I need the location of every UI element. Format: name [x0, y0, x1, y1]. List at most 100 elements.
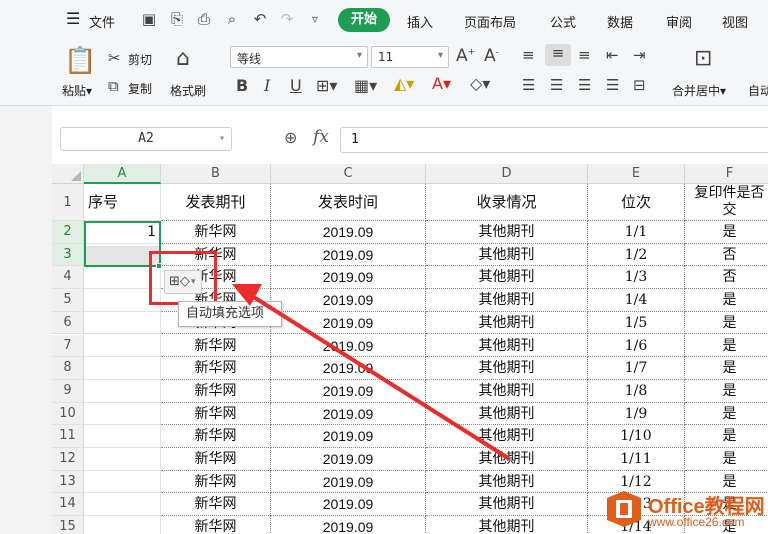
row-header-3[interactable]: 3 [52, 243, 84, 267]
row-header-13[interactable]: 13 [52, 470, 84, 494]
tab-review[interactable]: 审阅 [666, 12, 692, 31]
tab-view[interactable]: 视图 [722, 12, 748, 31]
cell-d12[interactable]: 其他期刊 [426, 448, 588, 471]
cell-a12[interactable] [84, 448, 161, 471]
cell-e2[interactable]: 1/1 [588, 221, 685, 244]
cell-d11[interactable]: 其他期刊 [426, 425, 588, 448]
row-header-11[interactable]: 11 [52, 425, 84, 448]
paste-icon[interactable]: 📋 [64, 46, 96, 76]
row-header-5[interactable]: 5 [52, 289, 84, 312]
cell-a14[interactable] [84, 493, 161, 517]
cell-f9[interactable]: 是 [685, 380, 768, 403]
font-shrink-icon[interactable]: A- [484, 46, 499, 66]
column-header-d[interactable]: D [426, 164, 588, 184]
cell-e12[interactable]: 1/11 [588, 448, 685, 471]
cell-d9[interactable]: 其他期刊 [426, 379, 588, 403]
copy-icon[interactable]: ⧉ [108, 77, 119, 95]
cell-a15[interactable] [84, 516, 161, 534]
hamburger-icon[interactable]: ☰ [66, 9, 80, 28]
cell-f5[interactable]: 是 [685, 289, 768, 312]
cell-c6[interactable]: 2019.09 [271, 311, 426, 335]
header-cell-c[interactable]: 发表时间 [271, 184, 426, 221]
select-all-corner[interactable] [52, 164, 84, 184]
cell-b7[interactable]: 新华网 [161, 334, 271, 358]
indent-increase-icon[interactable]: ⇥ [633, 46, 646, 64]
cell-d6[interactable]: 其他期刊 [426, 311, 588, 335]
cell-c3[interactable]: 2019.09 [271, 243, 426, 267]
merge-center-icon[interactable]: ⊡ [694, 46, 712, 71]
scissors-icon[interactable]: ✂ [108, 49, 121, 67]
justify-icon[interactable]: ☰ [606, 76, 619, 94]
cell-b8[interactable]: 新华网 [161, 357, 271, 380]
column-header-b[interactable]: B [161, 164, 271, 184]
cell-e10[interactable]: 1/9 [588, 402, 685, 426]
cell-f4[interactable]: 否 [685, 266, 768, 290]
cell-a8[interactable] [84, 357, 161, 380]
row-header-6[interactable]: 6 [52, 311, 84, 335]
tab-insert[interactable]: 插入 [407, 12, 433, 31]
format-painter-icon[interactable]: ⌂ [176, 46, 190, 71]
cell-b9[interactable]: 新华网 [161, 379, 271, 403]
align-middle-icon[interactable]: ≡ [545, 44, 571, 66]
cell-f7[interactable]: 是 [685, 335, 768, 358]
font-color-icon[interactable]: A▾ [432, 74, 451, 93]
tab-data[interactable]: 数据 [607, 12, 633, 31]
cell-e11[interactable]: 1/10 [588, 425, 685, 448]
cell-f3[interactable]: 否 [685, 244, 768, 267]
cell-d15[interactable]: 其他期刊 [426, 516, 588, 534]
column-header-c[interactable]: C [271, 164, 426, 184]
eraser-icon[interactable]: ◇▾ [470, 74, 490, 93]
cell-c8[interactable]: 2019.09 [271, 357, 426, 380]
row-header-2[interactable]: 2 [52, 221, 84, 244]
cell-c4[interactable]: 2019.09 [271, 266, 426, 290]
cell-b12[interactable]: 新华网 [161, 448, 271, 471]
formula-input[interactable]: 1 [340, 127, 768, 153]
cell-c11[interactable]: 2019.09 [271, 425, 426, 448]
align-top-icon[interactable]: ≡ [522, 46, 535, 64]
cell-d13[interactable]: 其他期刊 [426, 470, 588, 494]
row-header-8[interactable]: 8 [52, 357, 84, 380]
cell-f2[interactable]: 是 [685, 221, 768, 244]
row-header-1[interactable]: 1 [52, 184, 84, 221]
cell-e3[interactable]: 1/2 [588, 243, 685, 267]
cell-d14[interactable]: 其他期刊 [426, 493, 588, 517]
cell-b14[interactable]: 新华网 [161, 493, 271, 517]
header-cell-f[interactable]: 复印件是否交 [685, 184, 768, 221]
italic-icon[interactable]: I [264, 76, 270, 95]
menu-file[interactable]: 文件 [89, 12, 115, 31]
zoom-search-icon[interactable]: ⊕ [284, 128, 297, 147]
cell-a7[interactable] [84, 334, 161, 358]
row-header-10[interactable]: 10 [52, 402, 84, 426]
undo-icon[interactable]: ↶ [251, 10, 269, 28]
row-header-12[interactable]: 12 [52, 448, 84, 471]
cell-f6[interactable]: 是 [685, 312, 768, 335]
cell-f12[interactable]: 是 [685, 448, 768, 471]
insert-function-button[interactable]: fx [313, 127, 329, 147]
column-header-a[interactable]: A [84, 164, 161, 184]
customize-dropdown-icon[interactable]: ▿ [306, 10, 324, 28]
cell-e8[interactable]: 1/7 [588, 357, 685, 380]
cell-d8[interactable]: 其他期刊 [426, 357, 588, 380]
bold-icon[interactable]: B [236, 76, 248, 95]
cell-b2[interactable]: 新华网 [161, 221, 271, 244]
align-left-icon[interactable]: ☰ [522, 76, 535, 94]
distribute-icon[interactable]: ⊟ [633, 76, 646, 94]
row-header-9[interactable]: 9 [52, 379, 84, 403]
auto-wrap-button[interactable]: 自动 [748, 82, 768, 99]
cell-c12[interactable]: 2019.09 [271, 448, 426, 471]
fill-color-icon[interactable]: ▦▾ [354, 76, 377, 95]
row-header-4[interactable]: 4 [52, 266, 84, 290]
cell-e7[interactable]: 1/6 [588, 334, 685, 358]
indent-decrease-icon[interactable]: ⇤ [606, 46, 619, 64]
underline-icon[interactable]: U [290, 76, 302, 95]
copy-button[interactable]: 复制 [128, 80, 152, 97]
font-name-select[interactable]: 等线 ▾ [230, 46, 368, 68]
cell-e6[interactable]: 1/5 [588, 311, 685, 335]
cell-f11[interactable]: 是 [685, 425, 768, 448]
cell-d4[interactable]: 其他期刊 [426, 266, 588, 290]
cell-b13[interactable]: 新华网 [161, 470, 271, 494]
name-box[interactable]: A2 ▾ [60, 127, 232, 151]
export-icon[interactable]: ⎘ [168, 10, 186, 28]
tab-home[interactable]: 开始 [338, 8, 390, 32]
header-cell-b[interactable]: 发表期刊 [161, 184, 271, 221]
